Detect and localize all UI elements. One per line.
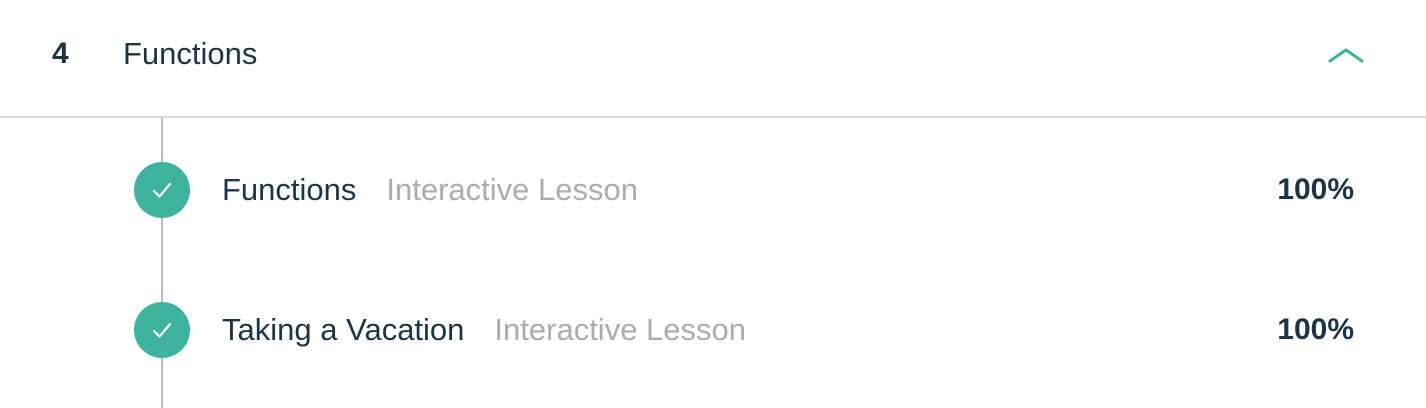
- module-number: 4: [52, 37, 69, 70]
- lesson-progress: 100%: [1277, 173, 1354, 206]
- check-circle-icon: [134, 162, 190, 218]
- lesson-title[interactable]: Functions: [222, 172, 356, 207]
- lesson-type: Interactive Lesson: [386, 172, 638, 207]
- lesson-type: Interactive Lesson: [494, 312, 747, 347]
- module-section: 4 Functions Functions Interactive Lesson …: [0, 0, 1426, 408]
- check-circle-icon: [134, 302, 190, 358]
- module-title: Functions: [123, 36, 258, 71]
- lesson-progress: 100%: [1277, 313, 1354, 346]
- collapse-button[interactable]: [1320, 34, 1372, 74]
- module-header[interactable]: 4 Functions: [0, 0, 1426, 118]
- lesson-row[interactable]: Taking a Vacation Interactive Lesson 100%: [0, 290, 1426, 370]
- lesson-title-wrap: Functions Interactive Lesson: [222, 170, 638, 210]
- chevron-up-icon: [1328, 48, 1364, 63]
- lesson-title[interactable]: Taking a Vacation: [222, 312, 464, 347]
- lesson-title-wrap: Taking a Vacation Interactive Lesson: [222, 310, 746, 350]
- lesson-row[interactable]: Functions Interactive Lesson 100%: [0, 150, 1426, 230]
